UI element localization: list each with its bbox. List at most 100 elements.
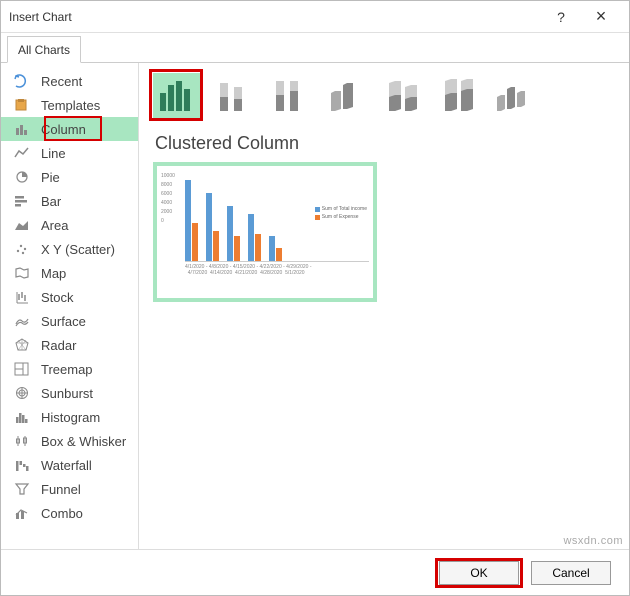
sidebar-item-label: Map <box>41 266 66 281</box>
bar-group <box>185 180 198 261</box>
scatter-icon <box>13 241 31 257</box>
sidebar-item-recent[interactable]: Recent <box>1 69 138 93</box>
bar-series-2 <box>255 234 261 261</box>
sidebar-item-label: Pie <box>41 170 60 185</box>
sidebar-item-radar[interactable]: Radar <box>1 333 138 357</box>
subtype-row <box>153 73 615 119</box>
bar-series-2 <box>192 223 198 261</box>
chart-type-sidebar: RecentTemplates Column Line Pie Bar Area X Y (… <box>1 63 139 549</box>
subtype-3d-clustered-column[interactable] <box>321 73 369 119</box>
stock-icon <box>13 289 31 305</box>
sidebar-item-treemap[interactable]: Treemap <box>1 357 138 381</box>
combo-icon <box>13 505 31 521</box>
ok-button[interactable]: OK <box>439 561 519 585</box>
sidebar-item-area[interactable]: Area <box>1 213 138 237</box>
sidebar-item-label: Treemap <box>41 362 93 377</box>
sidebar-item-histogram[interactable]: Histogram <box>1 405 138 429</box>
x-axis-labels: 4/1/2020 - 4/8/2020 - 4/15/2020 - 4/22/2… <box>185 264 369 276</box>
bar-series-1 <box>248 214 254 261</box>
sidebar-item-label: Combo <box>41 506 83 521</box>
sidebar-item-column[interactable]: Column <box>1 117 138 141</box>
help-icon: ? <box>557 9 565 25</box>
sidebar-item-funnel[interactable]: Funnel <box>1 477 138 501</box>
bar-group <box>248 214 261 261</box>
subtype-clustered-column[interactable] <box>153 73 201 119</box>
sidebar-item-sunburst[interactable]: Sunburst <box>1 381 138 405</box>
main-panel: Clustered Column 1000080006000400020000 … <box>139 63 629 549</box>
radar-icon <box>13 337 31 353</box>
insert-chart-dialog: Insert Chart ? × All Charts RecentTempla… <box>0 0 630 596</box>
3d-100-stacked-column-icon <box>437 79 477 113</box>
histogram-icon <box>13 409 31 425</box>
bar-icon <box>13 193 31 209</box>
recent-icon <box>13 73 31 89</box>
y-axis-labels: 1000080006000400020000 <box>161 172 175 226</box>
bar-series-1 <box>185 180 191 261</box>
sunburst-icon <box>13 385 31 401</box>
subtype-3d-column[interactable] <box>489 73 537 119</box>
close-icon: × <box>596 6 607 27</box>
3d-column-icon <box>493 79 533 113</box>
3d-clustered-column-icon <box>325 79 365 113</box>
subtype-100-stacked-column[interactable] <box>265 73 313 119</box>
chart-preview[interactable]: 1000080006000400020000 Sum of Total inco… <box>153 162 377 302</box>
surface-icon <box>13 313 31 329</box>
cancel-button[interactable]: Cancel <box>531 561 611 585</box>
sidebar-item-combo[interactable]: Combo <box>1 501 138 525</box>
close-button[interactable]: × <box>581 1 621 33</box>
help-button[interactable]: ? <box>541 1 581 33</box>
sidebar-item-pie[interactable]: Pie <box>1 165 138 189</box>
preview-title: Clustered Column <box>155 133 615 154</box>
sidebar-item-label: Funnel <box>41 482 81 497</box>
sidebar-item-label: Stock <box>41 290 74 305</box>
sidebar-item-stock[interactable]: Stock <box>1 285 138 309</box>
treemap-icon <box>13 361 31 377</box>
sidebar-item-label: Area <box>41 218 68 233</box>
dialog-footer: OK Cancel <box>1 549 629 595</box>
sidebar-item-map[interactable]: Map <box>1 261 138 285</box>
line-icon <box>13 145 31 161</box>
bar-series-1 <box>206 193 212 261</box>
titlebar: Insert Chart ? × <box>1 1 629 33</box>
sidebar-item-surface[interactable]: Surface <box>1 309 138 333</box>
area-icon <box>13 217 31 233</box>
bar-series-2 <box>213 231 219 261</box>
bar-group <box>269 236 282 262</box>
sidebar-item-waterfall[interactable]: Waterfall <box>1 453 138 477</box>
sidebar-item-label: Column <box>41 122 86 137</box>
sidebar-item-x-y-scatter-[interactable]: X Y (Scatter) <box>1 237 138 261</box>
sidebar-item-line[interactable]: Line <box>1 141 138 165</box>
bar-group <box>206 193 219 261</box>
dialog-body: RecentTemplates Column Line Pie Bar Area X Y (… <box>1 63 629 549</box>
map-icon <box>13 265 31 281</box>
sidebar-item-label: Waterfall <box>41 458 92 473</box>
sidebar-item-label: Line <box>41 146 66 161</box>
sidebar-item-label: Box & Whisker <box>41 434 126 449</box>
chart-legend: Sum of Total income Sum of Expense <box>315 206 367 222</box>
legend-swatch-icon <box>315 215 320 220</box>
100-stacked-column-icon <box>270 79 308 113</box>
bar-series-1 <box>227 206 233 261</box>
bar-group <box>227 206 240 261</box>
sidebar-item-templates[interactable]: Templates <box>1 93 138 117</box>
subtype-stacked-column[interactable] <box>209 73 257 119</box>
tabstrip: All Charts <box>1 33 629 63</box>
boxwhisker-icon <box>13 433 31 449</box>
dialog-title: Insert Chart <box>9 10 541 24</box>
sidebar-item-box-whisker[interactable]: Box & Whisker <box>1 429 138 453</box>
waterfall-icon <box>13 457 31 473</box>
bar-series-2 <box>234 236 240 262</box>
column-icon <box>13 121 31 137</box>
pie-icon <box>13 169 31 185</box>
templates-icon <box>13 97 31 113</box>
legend-swatch-icon <box>315 207 320 212</box>
sidebar-item-bar[interactable]: Bar <box>1 189 138 213</box>
watermark: wsxdn.com <box>563 535 623 547</box>
sidebar-item-label: Bar <box>41 194 61 209</box>
sidebar-item-label: X Y (Scatter) <box>41 242 115 257</box>
subtype-3d-stacked-column[interactable] <box>377 73 425 119</box>
subtype-3d-100-stacked-column[interactable] <box>433 73 481 119</box>
sidebar-item-label: Histogram <box>41 410 100 425</box>
tab-all-charts[interactable]: All Charts <box>7 36 81 63</box>
bar-series-1 <box>269 236 275 262</box>
